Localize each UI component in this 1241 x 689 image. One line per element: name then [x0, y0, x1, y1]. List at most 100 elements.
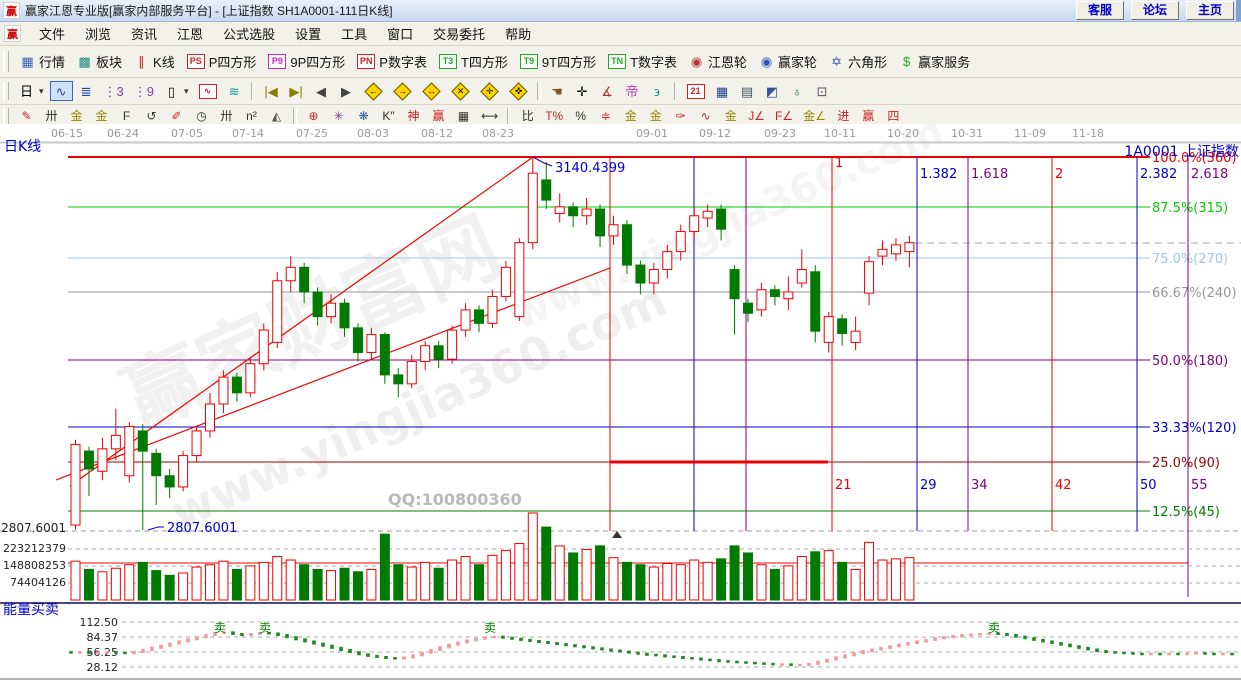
gold-angle-button[interactable]: 金: [719, 108, 742, 126]
gold-lines-button[interactable]: 金: [644, 108, 667, 126]
f-grid-button[interactable]: F: [115, 108, 138, 126]
notes-button[interactable]: ▤: [736, 81, 759, 101]
first-bar-button[interactable]: |◀: [260, 81, 283, 101]
save-button[interactable]: ◩: [761, 81, 784, 101]
toolbar-grip[interactable]: [3, 108, 9, 124]
angle-line-button[interactable]: ◭: [265, 108, 288, 126]
candle-style-dropdown[interactable]: ▯▾: [160, 81, 193, 101]
menu-item-0[interactable]: 文件: [29, 22, 75, 45]
percent-lines-button[interactable]: ≑: [594, 108, 617, 126]
period-day-dropdown[interactable]: 日▾: [15, 81, 48, 101]
quote-button[interactable]: ▦行情: [14, 49, 71, 74]
9t-square-button[interactable]: T99T四方形: [514, 49, 602, 74]
star-button[interactable]: ✳: [327, 108, 350, 126]
menu-item-7[interactable]: 窗口: [377, 22, 423, 45]
next-bar-button[interactable]: ▶: [335, 81, 358, 101]
percent-button[interactable]: %: [569, 108, 592, 126]
winner-service-button[interactable]: $赢家服务: [893, 49, 976, 74]
zoom-left-button[interactable]: ←: [360, 81, 387, 102]
bars-3-button[interactable]: ⋮3: [100, 81, 128, 101]
gold-grid-2-button[interactable]: 金: [90, 108, 113, 126]
toolbar-grip[interactable]: [3, 82, 9, 100]
chart-canvas[interactable]: 赢家财富网www.yingjia360.comwww.yingjia360.co…: [0, 124, 1241, 684]
network-button[interactable]: ♁: [786, 81, 809, 101]
cycle-tool-button[interactable]: ϶: [646, 81, 669, 101]
compress-button[interactable]: ✕: [447, 81, 474, 102]
n-square-button[interactable]: n²: [240, 108, 263, 126]
speed-line-button[interactable]: 进: [832, 108, 855, 126]
grid-tool-1-button[interactable]: 卅: [40, 108, 63, 126]
gann-emperor-tool-button[interactable]: 帝: [621, 81, 644, 101]
grid-123-button[interactable]: ▦: [452, 108, 475, 126]
red-wave-button[interactable]: ∿: [195, 82, 221, 101]
gold-angle-button-icon: 金: [723, 110, 738, 124]
toolbar-grip[interactable]: [3, 51, 9, 73]
expand-button[interactable]: ✛: [476, 81, 503, 102]
forum-button[interactable]: 论坛: [1131, 1, 1179, 20]
menu-item-3[interactable]: 江恩: [167, 22, 213, 45]
kline-button[interactable]: ∥K线: [128, 49, 181, 74]
indicator-mark: [582, 645, 586, 648]
t-number-button[interactable]: TNT数字表: [602, 49, 683, 74]
win-line-button[interactable]: 赢: [857, 108, 880, 126]
hand-tool-button[interactable]: ☚: [546, 81, 569, 101]
p-square-button[interactable]: PSP四方形: [181, 49, 263, 74]
span-arrow-button[interactable]: ⟷: [477, 108, 502, 126]
grid-tool-2-button[interactable]: 卅: [215, 108, 238, 126]
9p-square-button[interactable]: P99P四方形: [262, 49, 351, 74]
home-button[interactable]: 主页: [1186, 1, 1234, 20]
menu-item-8[interactable]: 交易委托: [423, 22, 495, 45]
last-bar-button[interactable]: ▶|: [285, 81, 308, 101]
f-line-button[interactable]: F∠: [771, 108, 797, 126]
t-square-button[interactable]: T3T四方形: [433, 49, 514, 74]
menu-item-2[interactable]: 资讯: [121, 22, 167, 45]
menu-item-1[interactable]: 浏览: [75, 22, 121, 45]
remote-pc-button[interactable]: ⊡: [811, 81, 834, 101]
target-circle-button[interactable]: ⊕: [302, 108, 325, 126]
t-percent-button[interactable]: T%: [541, 108, 567, 126]
gold-circle-button[interactable]: 金: [619, 108, 642, 126]
sector-button[interactable]: ▩板块: [71, 49, 128, 74]
bars-9-button[interactable]: ⋮9: [130, 81, 158, 101]
prev-bar-button[interactable]: ◀: [310, 81, 333, 101]
p-number-button-icon: PN: [357, 54, 375, 69]
win-grid-button[interactable]: 赢: [427, 108, 450, 126]
gann-wheel-button[interactable]: ◉江恩轮: [683, 49, 753, 74]
wave-line-button[interactable]: ∿: [694, 108, 717, 126]
fit-width-button[interactable]: ↔: [418, 81, 445, 102]
menu-item-4[interactable]: 公式选股: [213, 22, 285, 45]
candle-body: [569, 207, 578, 216]
k-quote-button[interactable]: K″: [377, 108, 400, 126]
candle-body: [179, 456, 188, 487]
info-doc-button[interactable]: ≣: [75, 81, 98, 101]
shen-grid-button[interactable]: 神: [402, 108, 425, 126]
service-button[interactable]: 客服: [1076, 1, 1124, 20]
draw-pencil-button[interactable]: ✎: [15, 108, 38, 126]
hexagon-button[interactable]: ✡六角形: [823, 49, 893, 74]
ratio-button[interactable]: 比: [516, 108, 539, 126]
notes-button-icon: ▤: [740, 83, 755, 99]
clock-circle-button[interactable]: ◷: [190, 108, 213, 126]
pencil-chart-button[interactable]: ✐: [165, 108, 188, 126]
grid-star-button[interactable]: ❋: [352, 108, 375, 126]
four-line-button[interactable]: 四: [882, 108, 905, 126]
menu-item-6[interactable]: 工具: [331, 22, 377, 45]
gold-ray-button[interactable]: 金∠: [799, 108, 830, 126]
fit-all-button[interactable]: ✜: [505, 81, 532, 102]
volume-bar: [757, 565, 766, 600]
winner-wheel-button[interactable]: ◉赢家轮: [753, 49, 823, 74]
menu-item-9[interactable]: 帮助: [495, 22, 541, 45]
gold-grid-1-button[interactable]: 金: [65, 108, 88, 126]
p-number-button[interactable]: PNP数字表: [351, 49, 433, 74]
histogram-button[interactable]: ≋: [223, 81, 246, 101]
calendar-button[interactable]: 21: [683, 82, 709, 101]
wave-chart-button[interactable]: ∿: [50, 81, 73, 101]
calculator-button[interactable]: ▦: [711, 81, 734, 101]
angle-tool-button[interactable]: ∡: [596, 81, 619, 101]
crosshair-tool-button[interactable]: ✛: [571, 81, 594, 101]
spiral-button[interactable]: ↺: [140, 108, 163, 126]
brush-line-button[interactable]: ✑: [669, 108, 692, 126]
zoom-right-button[interactable]: →: [389, 81, 416, 102]
menu-item-5[interactable]: 设置: [285, 22, 331, 45]
j-line-button[interactable]: J∠: [744, 108, 769, 126]
